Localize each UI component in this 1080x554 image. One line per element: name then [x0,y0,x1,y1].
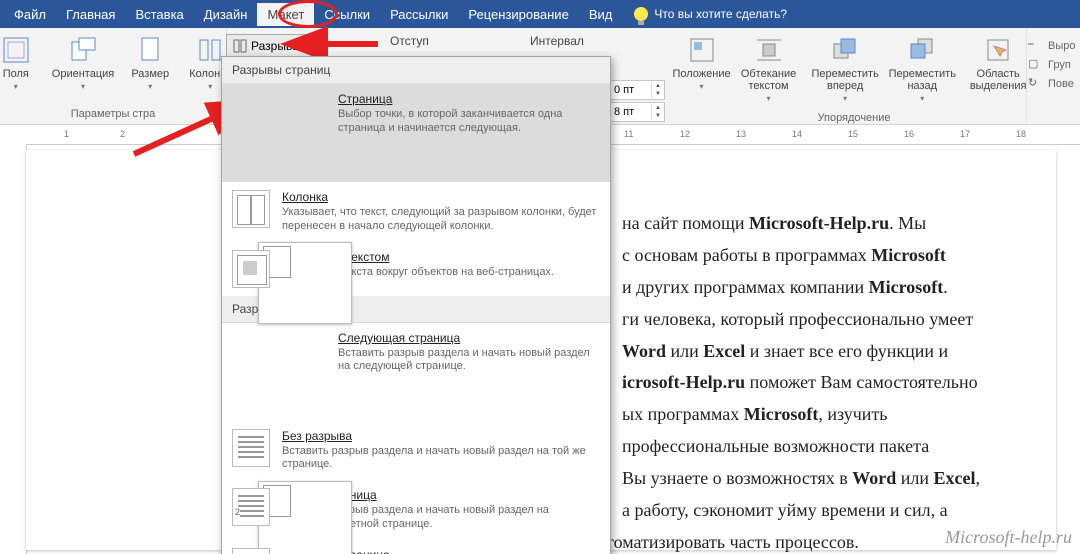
breaks-button[interactable]: Разрывы ▾ [226,34,316,58]
spacing-after-spinner[interactable]: ▲▼ [610,102,665,122]
tab-home[interactable]: Главная [56,3,125,26]
group-button[interactable]: ▢Груп [1028,57,1075,73]
watermark: Microsoft-help.ru [945,527,1072,548]
backward-icon [906,34,938,66]
forward-icon [829,34,861,66]
bring-forward-button[interactable]: Переместить вперед▾ [806,30,885,107]
breaks-icon [233,39,247,53]
orientation-button[interactable]: Ориентация▾ [46,30,120,95]
text-wrap-icon [232,250,270,288]
size-button[interactable]: Размер▾ [120,30,180,95]
continuous-icon [232,429,270,467]
tab-layout[interactable]: Макет [257,3,314,26]
indent-label: Отступ [390,34,429,48]
tab-design[interactable]: Дизайн [194,3,258,26]
tab-insert[interactable]: Вставка [125,3,193,26]
even-page-icon [232,488,270,526]
next-page-icon [258,481,352,554]
send-backward-button[interactable]: Переместить назад▾ [885,30,960,107]
wrap-icon [753,34,785,66]
group-arrange-caption: Упорядочение [818,110,891,126]
spacing-before-spinner[interactable]: ▲▼ [610,80,665,100]
group-page-setup: Поля▾ Ориентация▾ Размер▾ Колонки▾ Парам… [0,28,227,124]
margins-icon [0,34,32,66]
align-icon: ⎯ [1028,38,1044,54]
rotate-icon: ↻ [1028,76,1044,92]
chevron-down-icon: ▾ [305,42,309,51]
tab-review[interactable]: Рецензирование [458,3,578,26]
menuitem-page[interactable]: СтраницаВыбор точки, в которой заканчива… [222,84,610,182]
lightbulb-icon [634,7,648,21]
page-break-icon [258,242,352,324]
position-button[interactable]: Положение▾ [672,30,732,95]
position-icon [686,34,718,66]
wrap-text-button[interactable]: Обтекание текстом▾ [732,30,806,107]
rotate-button[interactable]: ↻Пове [1028,76,1075,92]
tab-references[interactable]: Ссылки [314,3,380,26]
menuitem-column[interactable]: КолонкаУказывает, что текст, следующий з… [222,182,610,242]
arrange-extras: ⎯Выро ▢Груп ↻Пове [1022,34,1080,96]
tab-mailings[interactable]: Рассылки [380,3,458,26]
breaks-dropdown: Разрывы страниц СтраницаВыбор точки, в к… [221,56,611,554]
tell-me[interactable]: Что вы хотите сделать? [634,7,787,21]
vertical-ruler[interactable] [8,144,27,554]
menu-tabs: Файл Главная Вставка Дизайн Макет Ссылки… [0,0,1080,28]
size-icon [134,34,166,66]
tell-me-label: Что вы хотите сделать? [654,7,787,21]
selection-icon [982,34,1014,66]
group-arrange: Положение▾ Обтекание текстом▾ Переместит… [682,28,1027,128]
dropdown-header-pages: Разрывы страниц [222,57,610,84]
column-break-icon [232,190,270,228]
tab-file[interactable]: Файл [4,3,56,26]
tab-view[interactable]: Вид [579,3,623,26]
menuitem-next-page[interactable]: Следующая страницаВставить разрыв раздел… [222,323,610,421]
orientation-icon [67,34,99,66]
margins-button[interactable]: Поля▾ [0,30,46,95]
group-icon: ▢ [1028,57,1044,73]
spacing-label: Интервал [530,34,584,48]
align-button[interactable]: ⎯Выро [1028,38,1075,54]
group-page-setup-caption: Параметры стра [71,106,155,122]
menuitem-continuous[interactable]: Без разрываВставить разрыв раздела и нач… [222,421,610,481]
odd-page-icon [232,548,270,554]
